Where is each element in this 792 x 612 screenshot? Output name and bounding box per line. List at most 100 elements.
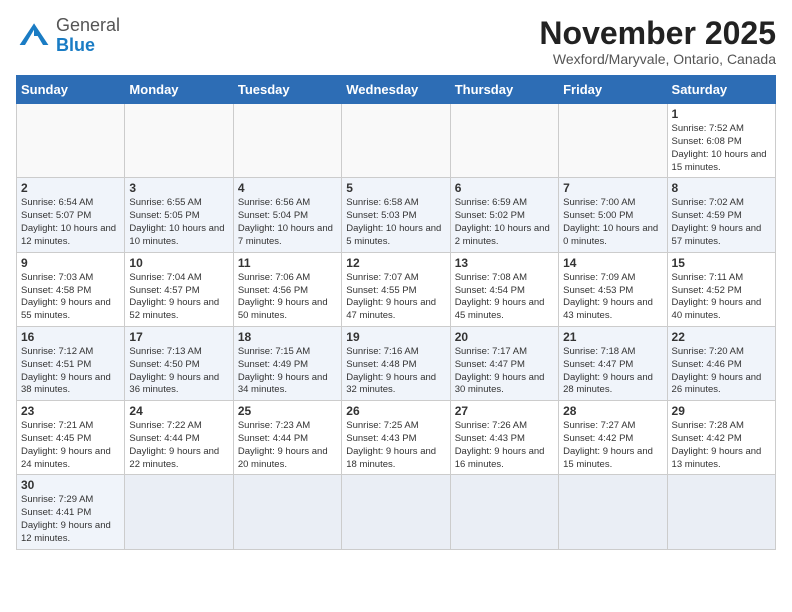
weekday-header-monday: Monday <box>125 76 233 104</box>
day-number: 15 <box>672 256 771 270</box>
calendar-day-cell: 3Sunrise: 6:55 AM Sunset: 5:05 PM Daylig… <box>125 178 233 252</box>
calendar-day-cell: 29 Sunrise: 7:28 AM Sunset: 4:42 PM Dayli… <box>667 401 775 475</box>
calendar-day-cell: 21Sunrise: 7:18 AM Sunset: 4:47 PM Dayli… <box>559 326 667 400</box>
calendar-day-cell <box>342 104 450 178</box>
calendar-day-cell: 7 Sunrise: 7:00 AM Sunset: 5:00 PM Daylig… <box>559 178 667 252</box>
day-number: 14 <box>563 256 662 270</box>
logo-icon <box>16 18 52 54</box>
day-info: Sunrise: 7:22 AM Sunset: 4:44 PM Dayligh… <box>129 420 228 471</box>
calendar-day-cell <box>450 475 558 549</box>
day-info: Sunrise: 7:15 AM Sunset: 4:49 PM Dayligh… <box>238 346 337 397</box>
calendar-day-cell: 8 Sunrise: 7:02 AM Sunset: 4:59 PM Daylig… <box>667 178 775 252</box>
day-number: 13 <box>455 256 554 270</box>
calendar-day-cell: 10 Sunrise: 7:04 AM Sunset: 4:57 PM Dayli… <box>125 252 233 326</box>
calendar-day-cell: 1 Sunrise: 7:52 AM Sunset: 6:08 PM Daylig… <box>667 104 775 178</box>
calendar-table: SundayMondayTuesdayWednesdayThursdayFrid… <box>16 75 776 550</box>
calendar-week-row: 23Sunrise: 7:21 AM Sunset: 4:45 PM Dayli… <box>17 401 776 475</box>
logo-general: General <box>56 16 120 36</box>
day-number: 7 <box>563 181 662 195</box>
calendar-week-row: 9Sunrise: 7:03 AM Sunset: 4:58 PM Daylig… <box>17 252 776 326</box>
day-info: Sunrise: 6:54 AM Sunset: 5:07 PM Dayligh… <box>21 197 120 248</box>
calendar-day-cell: 16Sunrise: 7:12 AM Sunset: 4:51 PM Dayli… <box>17 326 125 400</box>
day-info: Sunrise: 7:07 AM Sunset: 4:55 PM Dayligh… <box>346 272 445 323</box>
weekday-header-saturday: Saturday <box>667 76 775 104</box>
calendar-day-cell: 25Sunrise: 7:23 AM Sunset: 4:44 PM Dayli… <box>233 401 341 475</box>
calendar-day-cell <box>125 104 233 178</box>
calendar-day-cell: 9Sunrise: 7:03 AM Sunset: 4:58 PM Daylig… <box>17 252 125 326</box>
calendar-week-row: 16Sunrise: 7:12 AM Sunset: 4:51 PM Dayli… <box>17 326 776 400</box>
calendar-day-cell: 5Sunrise: 6:58 AM Sunset: 5:03 PM Daylig… <box>342 178 450 252</box>
calendar-day-cell <box>233 475 341 549</box>
day-info: Sunrise: 6:58 AM Sunset: 5:03 PM Dayligh… <box>346 197 445 248</box>
calendar-day-cell <box>233 104 341 178</box>
day-info: Sunrise: 7:28 AM Sunset: 4:42 PM Dayligh… <box>672 420 771 471</box>
day-number: 18 <box>238 330 337 344</box>
calendar-day-cell <box>342 475 450 549</box>
calendar-day-cell <box>559 104 667 178</box>
day-info: Sunrise: 7:09 AM Sunset: 4:53 PM Dayligh… <box>563 272 662 323</box>
calendar-day-cell: 24Sunrise: 7:22 AM Sunset: 4:44 PM Dayli… <box>125 401 233 475</box>
weekday-header-sunday: Sunday <box>17 76 125 104</box>
day-number: 20 <box>455 330 554 344</box>
logo-text: General Blue <box>56 16 120 56</box>
day-number: 29 <box>672 404 771 418</box>
day-info: Sunrise: 7:04 AM Sunset: 4:57 PM Dayligh… <box>129 272 228 323</box>
calendar-day-cell: 12Sunrise: 7:07 AM Sunset: 4:55 PM Dayli… <box>342 252 450 326</box>
day-info: Sunrise: 7:11 AM Sunset: 4:52 PM Dayligh… <box>672 272 771 323</box>
calendar-day-cell <box>559 475 667 549</box>
day-info: Sunrise: 7:17 AM Sunset: 4:47 PM Dayligh… <box>455 346 554 397</box>
calendar-day-cell: 2 Sunrise: 6:54 AM Sunset: 5:07 PM Daylig… <box>17 178 125 252</box>
day-info: Sunrise: 7:03 AM Sunset: 4:58 PM Dayligh… <box>21 272 120 323</box>
calendar-day-cell: 17 Sunrise: 7:13 AM Sunset: 4:50 PM Dayli… <box>125 326 233 400</box>
day-info: Sunrise: 7:52 AM Sunset: 6:08 PM Dayligh… <box>672 123 771 174</box>
calendar-day-cell: 27 Sunrise: 7:26 AM Sunset: 4:43 PM Dayli… <box>450 401 558 475</box>
day-info: Sunrise: 7:13 AM Sunset: 4:50 PM Dayligh… <box>129 346 228 397</box>
title-block: November 2025 Wexford/Maryvale, Ontario,… <box>539 16 776 67</box>
day-number: 4 <box>238 181 337 195</box>
weekday-header-row: SundayMondayTuesdayWednesdayThursdayFrid… <box>17 76 776 104</box>
weekday-header-friday: Friday <box>559 76 667 104</box>
calendar-day-cell <box>125 475 233 549</box>
day-number: 27 <box>455 404 554 418</box>
day-info: Sunrise: 7:16 AM Sunset: 4:48 PM Dayligh… <box>346 346 445 397</box>
day-number: 19 <box>346 330 445 344</box>
day-number: 28 <box>563 404 662 418</box>
calendar-day-cell: 18 Sunrise: 7:15 AM Sunset: 4:49 PM Dayli… <box>233 326 341 400</box>
calendar-day-cell: 26Sunrise: 7:25 AM Sunset: 4:43 PM Dayli… <box>342 401 450 475</box>
day-number: 17 <box>129 330 228 344</box>
day-number: 23 <box>21 404 120 418</box>
day-number: 8 <box>672 181 771 195</box>
day-info: Sunrise: 6:59 AM Sunset: 5:02 PM Dayligh… <box>455 197 554 248</box>
calendar-day-cell: 30 Sunrise: 7:29 AM Sunset: 4:41 PM Dayli… <box>17 475 125 549</box>
day-info: Sunrise: 7:26 AM Sunset: 4:43 PM Dayligh… <box>455 420 554 471</box>
calendar-day-cell: 20 Sunrise: 7:17 AM Sunset: 4:47 PM Dayli… <box>450 326 558 400</box>
day-number: 3 <box>129 181 228 195</box>
day-number: 21 <box>563 330 662 344</box>
day-number: 1 <box>672 107 771 121</box>
day-info: Sunrise: 7:29 AM Sunset: 4:41 PM Dayligh… <box>21 494 120 545</box>
day-number: 25 <box>238 404 337 418</box>
day-info: Sunrise: 7:27 AM Sunset: 4:42 PM Dayligh… <box>563 420 662 471</box>
day-number: 11 <box>238 256 337 270</box>
calendar-day-cell: 4Sunrise: 6:56 AM Sunset: 5:04 PM Daylig… <box>233 178 341 252</box>
day-number: 30 <box>21 478 120 492</box>
weekday-header-thursday: Thursday <box>450 76 558 104</box>
day-info: Sunrise: 7:02 AM Sunset: 4:59 PM Dayligh… <box>672 197 771 248</box>
logo-blue: Blue <box>56 36 120 56</box>
calendar-day-cell: 6Sunrise: 6:59 AM Sunset: 5:02 PM Daylig… <box>450 178 558 252</box>
day-info: Sunrise: 7:00 AM Sunset: 5:00 PM Dayligh… <box>563 197 662 248</box>
calendar-day-cell: 23Sunrise: 7:21 AM Sunset: 4:45 PM Dayli… <box>17 401 125 475</box>
day-info: Sunrise: 7:08 AM Sunset: 4:54 PM Dayligh… <box>455 272 554 323</box>
calendar-day-cell <box>17 104 125 178</box>
day-info: Sunrise: 7:25 AM Sunset: 4:43 PM Dayligh… <box>346 420 445 471</box>
day-number: 22 <box>672 330 771 344</box>
day-number: 10 <box>129 256 228 270</box>
calendar-day-cell: 22 Sunrise: 7:20 AM Sunset: 4:46 PM Dayli… <box>667 326 775 400</box>
day-info: Sunrise: 7:20 AM Sunset: 4:46 PM Dayligh… <box>672 346 771 397</box>
day-number: 2 <box>21 181 120 195</box>
calendar-week-row: 30 Sunrise: 7:29 AM Sunset: 4:41 PM Dayli… <box>17 475 776 549</box>
calendar-week-row: 1 Sunrise: 7:52 AM Sunset: 6:08 PM Daylig… <box>17 104 776 178</box>
month-title: November 2025 <box>539 16 776 51</box>
calendar-day-cell <box>450 104 558 178</box>
day-info: Sunrise: 7:06 AM Sunset: 4:56 PM Dayligh… <box>238 272 337 323</box>
